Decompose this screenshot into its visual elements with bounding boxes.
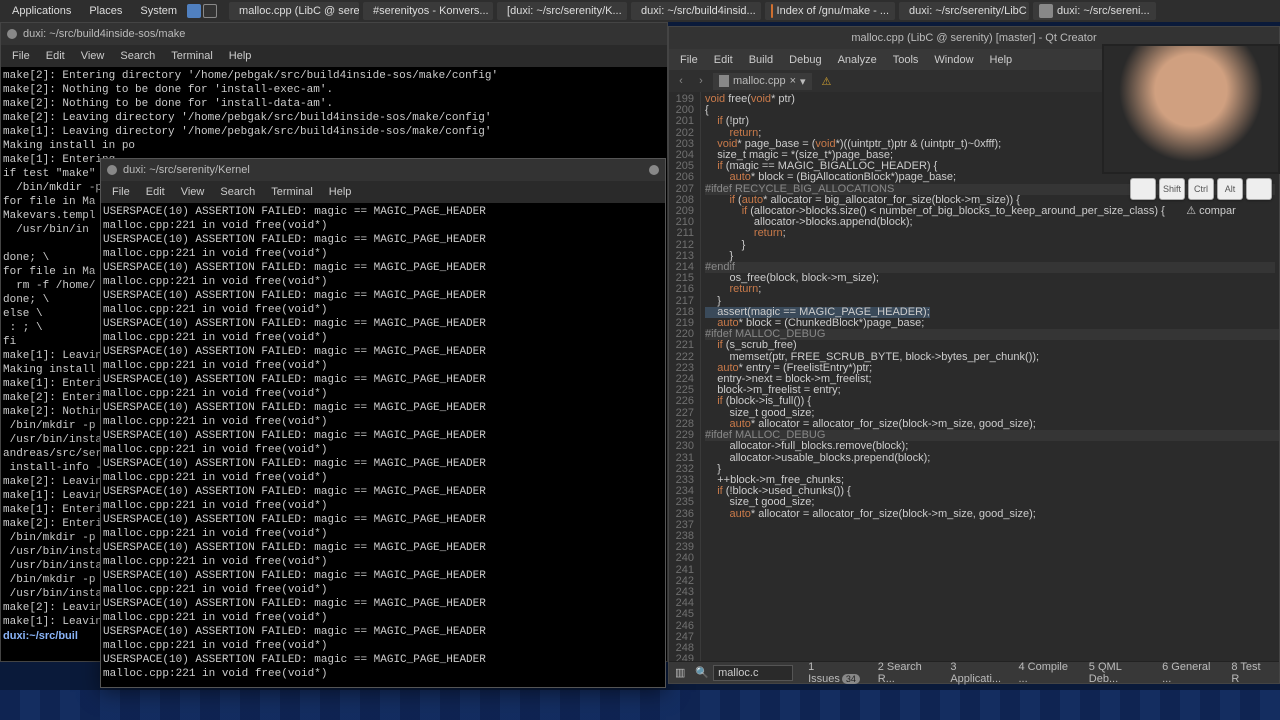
locator-search[interactable]: 🔍 [695, 665, 793, 681]
output-panel-tab[interactable]: 1 Issues34 [803, 660, 869, 686]
tab-label: duxi: ~/src/sereni... [1057, 5, 1150, 17]
editor-file-tab[interactable]: malloc.cpp × ▾ [713, 73, 812, 90]
qtc-menu-build[interactable]: Build [742, 52, 780, 68]
qtc-title: malloc.cpp (LibC @ serenity) [master] - … [851, 32, 1096, 44]
term1-menu-file[interactable]: File [5, 48, 37, 64]
term2-menu-file[interactable]: File [105, 184, 137, 200]
output-panel-tab[interactable]: 4 Compile ... [1013, 660, 1079, 686]
tab-close-icon[interactable]: × [790, 75, 796, 87]
nav-back-icon[interactable]: ‹ [673, 75, 689, 87]
tab-label: Index of /gnu/make - ... [777, 5, 890, 17]
file-icon [719, 75, 729, 87]
taskbar-tab[interactable]: #serenityos - Konvers... [363, 2, 493, 20]
taskbar-tab[interactable]: duxi: ~/src/build4insid... [631, 2, 761, 20]
terminal2-titlebar[interactable]: duxi: ~/src/serenity/Kernel [101, 159, 665, 181]
locator-input[interactable] [713, 665, 793, 681]
line-number-gutter[interactable]: 1992002012022032042052062072082092102112… [669, 92, 701, 661]
qtc-menu-window[interactable]: Window [927, 52, 980, 68]
close-icon[interactable] [649, 165, 659, 175]
keycast-overlay: ShiftCtrlAlt [1130, 178, 1272, 200]
taskbar-tab[interactable]: Index of /gnu/make - ... [765, 2, 895, 20]
term1-menu-edit[interactable]: Edit [39, 48, 72, 64]
terminal-icon[interactable] [203, 4, 217, 18]
terminal-window-kernel[interactable]: duxi: ~/src/serenity/Kernel File Edit Vi… [100, 158, 666, 688]
qtc-menu-edit[interactable]: Edit [707, 52, 740, 68]
output-panel-tab[interactable]: 8 Test R [1226, 660, 1273, 686]
term2-menu-terminal[interactable]: Terminal [264, 184, 320, 200]
taskbar-tab[interactable]: duxi: ~/src/serenity/LibC [899, 2, 1029, 20]
app-icon [771, 4, 772, 18]
term1-menu-search[interactable]: Search [113, 48, 162, 64]
qtc-menu-tools[interactable]: Tools [886, 52, 926, 68]
locator-icon[interactable]: ▥ [675, 666, 685, 679]
output-panel-tab[interactable]: 3 Applicati... [945, 660, 1009, 686]
tab-label: malloc.cpp (LibC @ seren... [239, 5, 359, 17]
wallpaper-pattern [0, 690, 1280, 720]
qtc-bottom-bar: ▥ 🔍 1 Issues342 Search R...3 Applicati..… [669, 661, 1279, 683]
term2-menu-search[interactable]: Search [213, 184, 262, 200]
tab-label: duxi: ~/src/build4insid... [641, 5, 756, 17]
tab-label: #serenityos - Konvers... [373, 5, 489, 17]
warning-icon: ⚠ [822, 75, 832, 88]
term2-menu-view[interactable]: View [174, 184, 212, 200]
terminal2-output[interactable]: USERSPACE(10) ASSERTION FAILED: magic ==… [101, 203, 665, 687]
tab-label: [duxi: ~/src/serenity/K... [507, 5, 622, 17]
window-control-icon[interactable] [107, 165, 117, 175]
terminal1-titlebar[interactable]: duxi: ~/src/build4inside-sos/make [1, 23, 667, 45]
term1-menu-view[interactable]: View [74, 48, 112, 64]
terminal2-title: duxi: ~/src/serenity/Kernel [123, 164, 250, 176]
taskbar-tab[interactable]: malloc.cpp (LibC @ seren... [229, 2, 359, 20]
webcam-overlay [1102, 44, 1280, 174]
qtc-menu-debug[interactable]: Debug [782, 52, 828, 68]
keycast-key: Shift [1159, 178, 1185, 200]
qtc-menu-file[interactable]: File [673, 52, 705, 68]
keycast-key: Ctrl [1188, 178, 1214, 200]
system-menu[interactable]: System [132, 3, 185, 19]
taskbar-tab[interactable]: [duxi: ~/src/serenity/K... [497, 2, 627, 20]
places-menu[interactable]: Places [81, 3, 130, 19]
keycast-key [1246, 178, 1272, 200]
terminal2-menubar: File Edit View Search Terminal Help [101, 181, 665, 203]
applications-menu[interactable]: Applications [4, 3, 79, 19]
term2-menu-help[interactable]: Help [322, 184, 359, 200]
terminal1-menubar: File Edit View Search Terminal Help [1, 45, 667, 67]
desktop: duxi: ~/src/build4inside-sos/make File E… [0, 22, 1280, 720]
app-icon [1039, 4, 1053, 18]
tab-label: duxi: ~/src/serenity/LibC [909, 5, 1027, 17]
shell-prompt: duxi:~/src/buil [3, 630, 78, 642]
terminal1-title: duxi: ~/src/build4inside-sos/make [23, 28, 185, 40]
search-icon: 🔍 [695, 666, 709, 679]
qtc-menu-help[interactable]: Help [983, 52, 1020, 68]
output-panel-tab[interactable]: 6 General ... [1157, 660, 1222, 686]
keycast-key: Alt [1217, 178, 1243, 200]
browser-icon[interactable] [187, 4, 201, 18]
term1-menu-help[interactable]: Help [222, 48, 259, 64]
taskbar-tab[interactable]: duxi: ~/src/sereni... [1033, 2, 1156, 20]
gnome-top-panel: Applications Places System malloc.cpp (L… [0, 0, 1280, 22]
output-panel-tab[interactable]: 5 QML Deb... [1084, 660, 1153, 686]
output-panel-tab[interactable]: 2 Search R... [873, 660, 942, 686]
keycast-key [1130, 178, 1156, 200]
qtc-menu-analyze[interactable]: Analyze [831, 52, 884, 68]
term2-menu-edit[interactable]: Edit [139, 184, 172, 200]
window-control-icon[interactable] [7, 29, 17, 39]
term1-menu-terminal[interactable]: Terminal [164, 48, 220, 64]
split-icon[interactable]: ▾ [800, 75, 806, 88]
nav-fwd-icon[interactable]: › [693, 75, 709, 87]
editor-filename: malloc.cpp [733, 75, 786, 87]
